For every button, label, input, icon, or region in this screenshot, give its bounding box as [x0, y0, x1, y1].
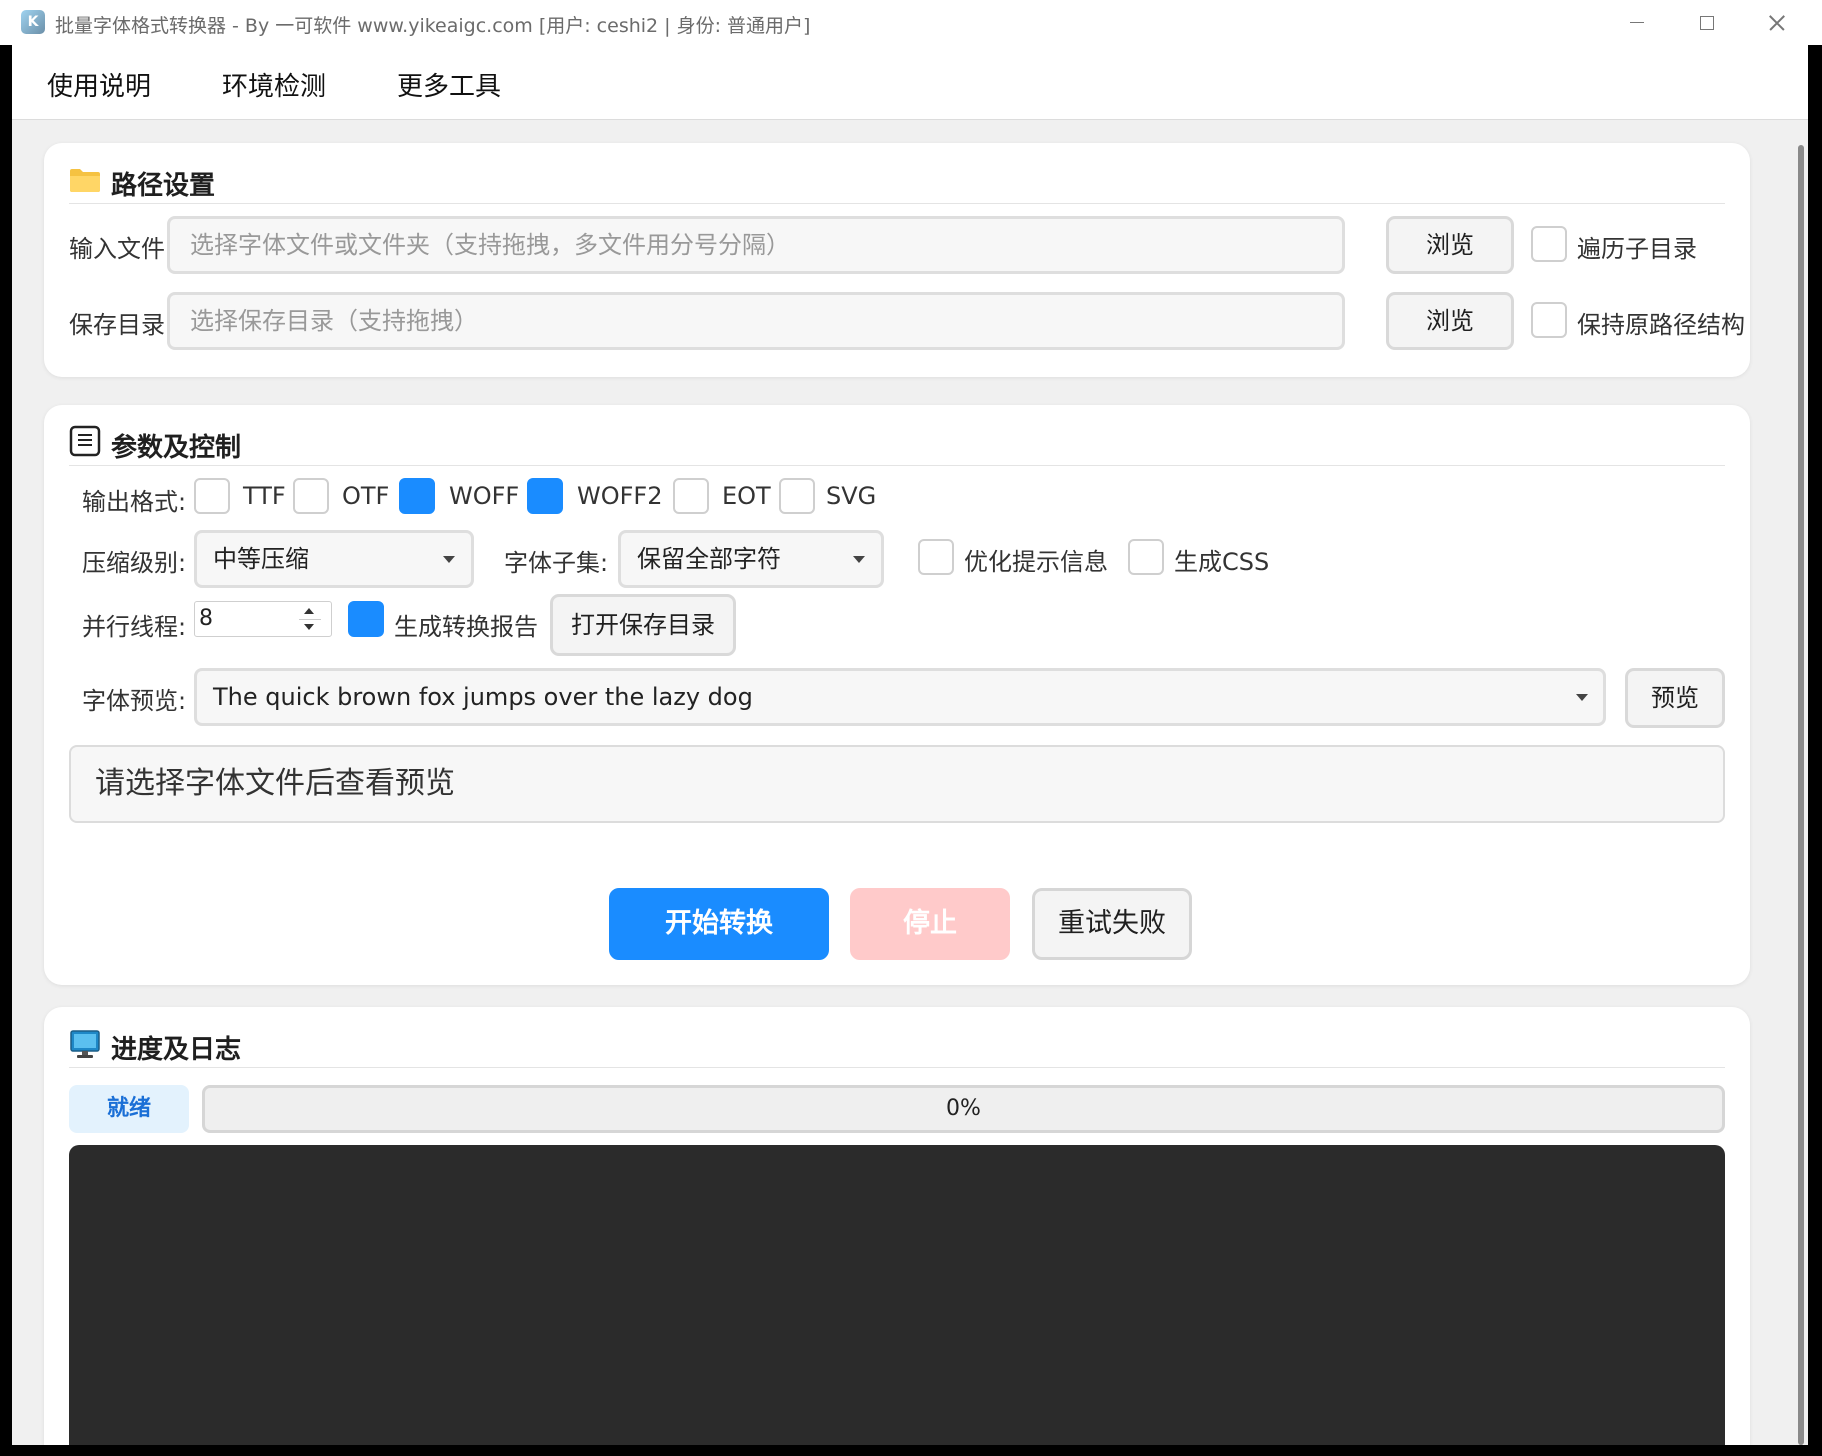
progress-log-card: 进度及日志 就绪 0%: [44, 1007, 1750, 1445]
browse-save-button[interactable]: 浏览: [1386, 292, 1514, 350]
menu-item-more-tools[interactable]: 更多工具: [397, 66, 501, 103]
scrollbar-thumb[interactable]: [1798, 145, 1804, 1445]
document-icon: [69, 425, 101, 461]
recurse-subdirs-checkbox[interactable]: [1531, 226, 1567, 262]
hinting-checkbox[interactable]: [918, 539, 954, 575]
params-title: 参数及控制: [111, 433, 242, 463]
close-button[interactable]: [1741, 0, 1811, 45]
main-window: 使用说明 环境检测 更多工具 路径设置 输入文件: 选择字体文件或文件夹（支持拖…: [12, 45, 1808, 1445]
format-label-eot: EOT: [722, 482, 771, 510]
compress-level-select[interactable]: 中等压缩: [194, 530, 474, 588]
format-checkbox-woff2[interactable]: [527, 478, 563, 514]
menu-item-env-check[interactable]: 环境检测: [222, 66, 326, 103]
format-checkbox-otf[interactable]: [293, 478, 329, 514]
save-dir-label: 保存目录:: [69, 311, 174, 339]
threads-label: 并行线程:: [82, 613, 187, 641]
spin-up-icon[interactable]: [304, 608, 314, 614]
path-settings-title: 路径设置: [111, 171, 216, 201]
preview-text-select[interactable]: The quick brown fox jumps over the lazy …: [194, 668, 1606, 726]
chevron-down-icon: [443, 556, 455, 563]
keep-structure-label: 保持原路径结构: [1577, 311, 1745, 339]
params-card: 参数及控制 输出格式: TTF OTF WOFF WOFF2 EOT SVG 压…: [44, 405, 1750, 985]
generate-css-checkbox[interactable]: [1128, 539, 1164, 575]
path-settings-card: 路径设置 输入文件: 选择字体文件或文件夹（支持拖拽，多文件用分号分隔） 浏览 …: [44, 143, 1750, 377]
format-checkbox-svg[interactable]: [779, 478, 815, 514]
progress-text: 0%: [946, 1096, 981, 1121]
format-label-woff2: WOFF2: [577, 482, 663, 510]
format-label-svg: SVG: [826, 482, 877, 510]
hinting-label: 优化提示信息: [964, 548, 1108, 576]
window-title: 批量字体格式转换器 - By 一可软件 www.yikeaigc.com [用户…: [55, 15, 811, 37]
generate-report-label: 生成转换报告: [394, 613, 538, 641]
chevron-down-icon: [1576, 694, 1588, 701]
menu-bar: 使用说明 环境检测 更多工具: [12, 45, 1808, 120]
retry-failed-button[interactable]: 重试失败: [1032, 888, 1192, 960]
progress-bar: 0%: [202, 1085, 1725, 1133]
format-checkbox-eot[interactable]: [673, 478, 709, 514]
format-checkbox-ttf[interactable]: [194, 478, 230, 514]
generate-css-label: 生成CSS: [1174, 548, 1270, 576]
output-format-label: 输出格式:: [82, 488, 187, 516]
font-preview-label: 字体预览:: [82, 687, 187, 715]
recurse-subdirs-label: 遍历子目录: [1577, 235, 1697, 263]
monitor-icon: [69, 1030, 101, 1063]
status-badge: 就绪: [69, 1085, 189, 1133]
open-save-dir-button[interactable]: 打开保存目录: [550, 594, 736, 656]
stop-button[interactable]: 停止: [850, 888, 1010, 960]
path-settings-header: 路径设置: [69, 161, 1725, 204]
input-file-label: 输入文件:: [69, 235, 174, 263]
subset-label: 字体子集:: [504, 549, 609, 577]
start-convert-button[interactable]: 开始转换: [609, 888, 829, 960]
subset-value: 保留全部字符: [637, 545, 781, 573]
app-icon: K: [21, 10, 45, 34]
progress-log-header: 进度及日志: [69, 1025, 1725, 1068]
threads-value: 8: [199, 606, 213, 631]
compress-level-label: 压缩级别:: [82, 549, 187, 577]
spin-down-icon[interactable]: [304, 624, 314, 630]
input-file-field[interactable]: 选择字体文件或文件夹（支持拖拽，多文件用分号分隔）: [167, 216, 1345, 274]
format-checkbox-woff[interactable]: [399, 478, 435, 514]
minimize-button[interactable]: [1601, 0, 1671, 45]
preview-text-value: The quick brown fox jumps over the lazy …: [213, 683, 753, 711]
keep-structure-checkbox[interactable]: [1531, 302, 1567, 338]
browse-input-button[interactable]: 浏览: [1386, 216, 1514, 274]
chevron-down-icon: [853, 556, 865, 563]
save-dir-field[interactable]: 选择保存目录（支持拖拽）: [167, 292, 1345, 350]
preview-button[interactable]: 预览: [1625, 668, 1725, 728]
progress-log-title: 进度及日志: [111, 1035, 242, 1065]
title-bar: K 批量字体格式转换器 - By 一可软件 www.yikeaigc.com […: [0, 0, 1822, 45]
folder-icon: [69, 167, 101, 197]
format-label-ttf: TTF: [243, 482, 286, 510]
menu-item-usage[interactable]: 使用说明: [47, 66, 151, 103]
spin-divider: [299, 619, 321, 620]
compress-level-value: 中等压缩: [213, 545, 309, 573]
format-label-otf: OTF: [342, 482, 390, 510]
log-output[interactable]: [69, 1145, 1725, 1445]
generate-report-checkbox[interactable]: [348, 601, 384, 637]
maximize-button[interactable]: [1671, 0, 1741, 45]
params-header: 参数及控制: [69, 423, 1725, 466]
threads-spinbox[interactable]: 8: [194, 601, 332, 637]
format-label-woff: WOFF: [449, 482, 520, 510]
subset-select[interactable]: 保留全部字符: [618, 530, 884, 588]
font-preview-area: 请选择字体文件后查看预览: [69, 745, 1725, 823]
